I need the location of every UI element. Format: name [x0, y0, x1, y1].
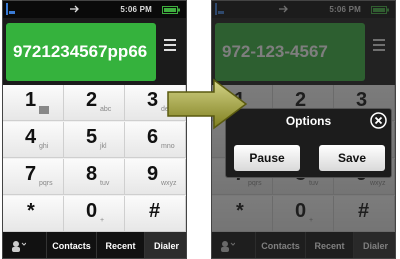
- tab-recent[interactable]: Recent: [97, 232, 145, 258]
- close-icon[interactable]: [370, 112, 387, 129]
- pause-button[interactable]: Pause: [234, 145, 300, 171]
- save-button[interactable]: Save: [319, 145, 385, 171]
- status-time: 5:06 PM: [120, 5, 152, 14]
- transition-arrow: [167, 78, 248, 130]
- dialog-title: Options: [285, 114, 332, 128]
- key-9[interactable]: 9wxyz: [125, 159, 186, 195]
- tab-contacts[interactable]: Contacts: [47, 232, 97, 258]
- dial-keypad: 1 2 abc 3 def 4 ghi 5 jkl 6 mno 7 pqrs 8 tuv 9w…: [3, 85, 186, 232]
- contacts-heart-icon: [12, 241, 26, 252]
- key-7[interactable]: 7pqrs: [3, 159, 64, 195]
- key-1[interactable]: 1: [3, 85, 64, 121]
- status-bar: 5:06 PM: [3, 1, 186, 18]
- key-8[interactable]: 8tuv: [64, 159, 125, 195]
- usb-icon: [70, 5, 79, 13]
- key-4[interactable]: 4 ghi: [3, 122, 64, 158]
- options-dialog: Options Pause Save: [225, 108, 392, 178]
- menu-icon[interactable]: [158, 36, 182, 66]
- dialed-number-field[interactable]: 9721234567pp66: [6, 23, 156, 81]
- signal-icon: [6, 3, 15, 15]
- tab-dialer[interactable]: Dialer: [145, 232, 186, 258]
- key-2[interactable]: 2 abc: [64, 85, 125, 121]
- voicemail-icon: [39, 106, 49, 114]
- key-hash[interactable]: #: [125, 196, 186, 232]
- battery-icon: [162, 6, 180, 14]
- bottom-tab-bar: Contacts Recent Dialer: [3, 232, 186, 258]
- tab-favorites[interactable]: [3, 232, 47, 258]
- number-display: 9721234567pp66: [3, 18, 186, 85]
- key-star[interactable]: *: [3, 196, 64, 232]
- key-0[interactable]: 0+: [64, 196, 125, 232]
- dialer-screen-before: 5:06 PM 9721234567pp66 1 2 abc 3 def 4 ghi …: [2, 0, 187, 259]
- key-5[interactable]: 5 jkl: [64, 122, 125, 158]
